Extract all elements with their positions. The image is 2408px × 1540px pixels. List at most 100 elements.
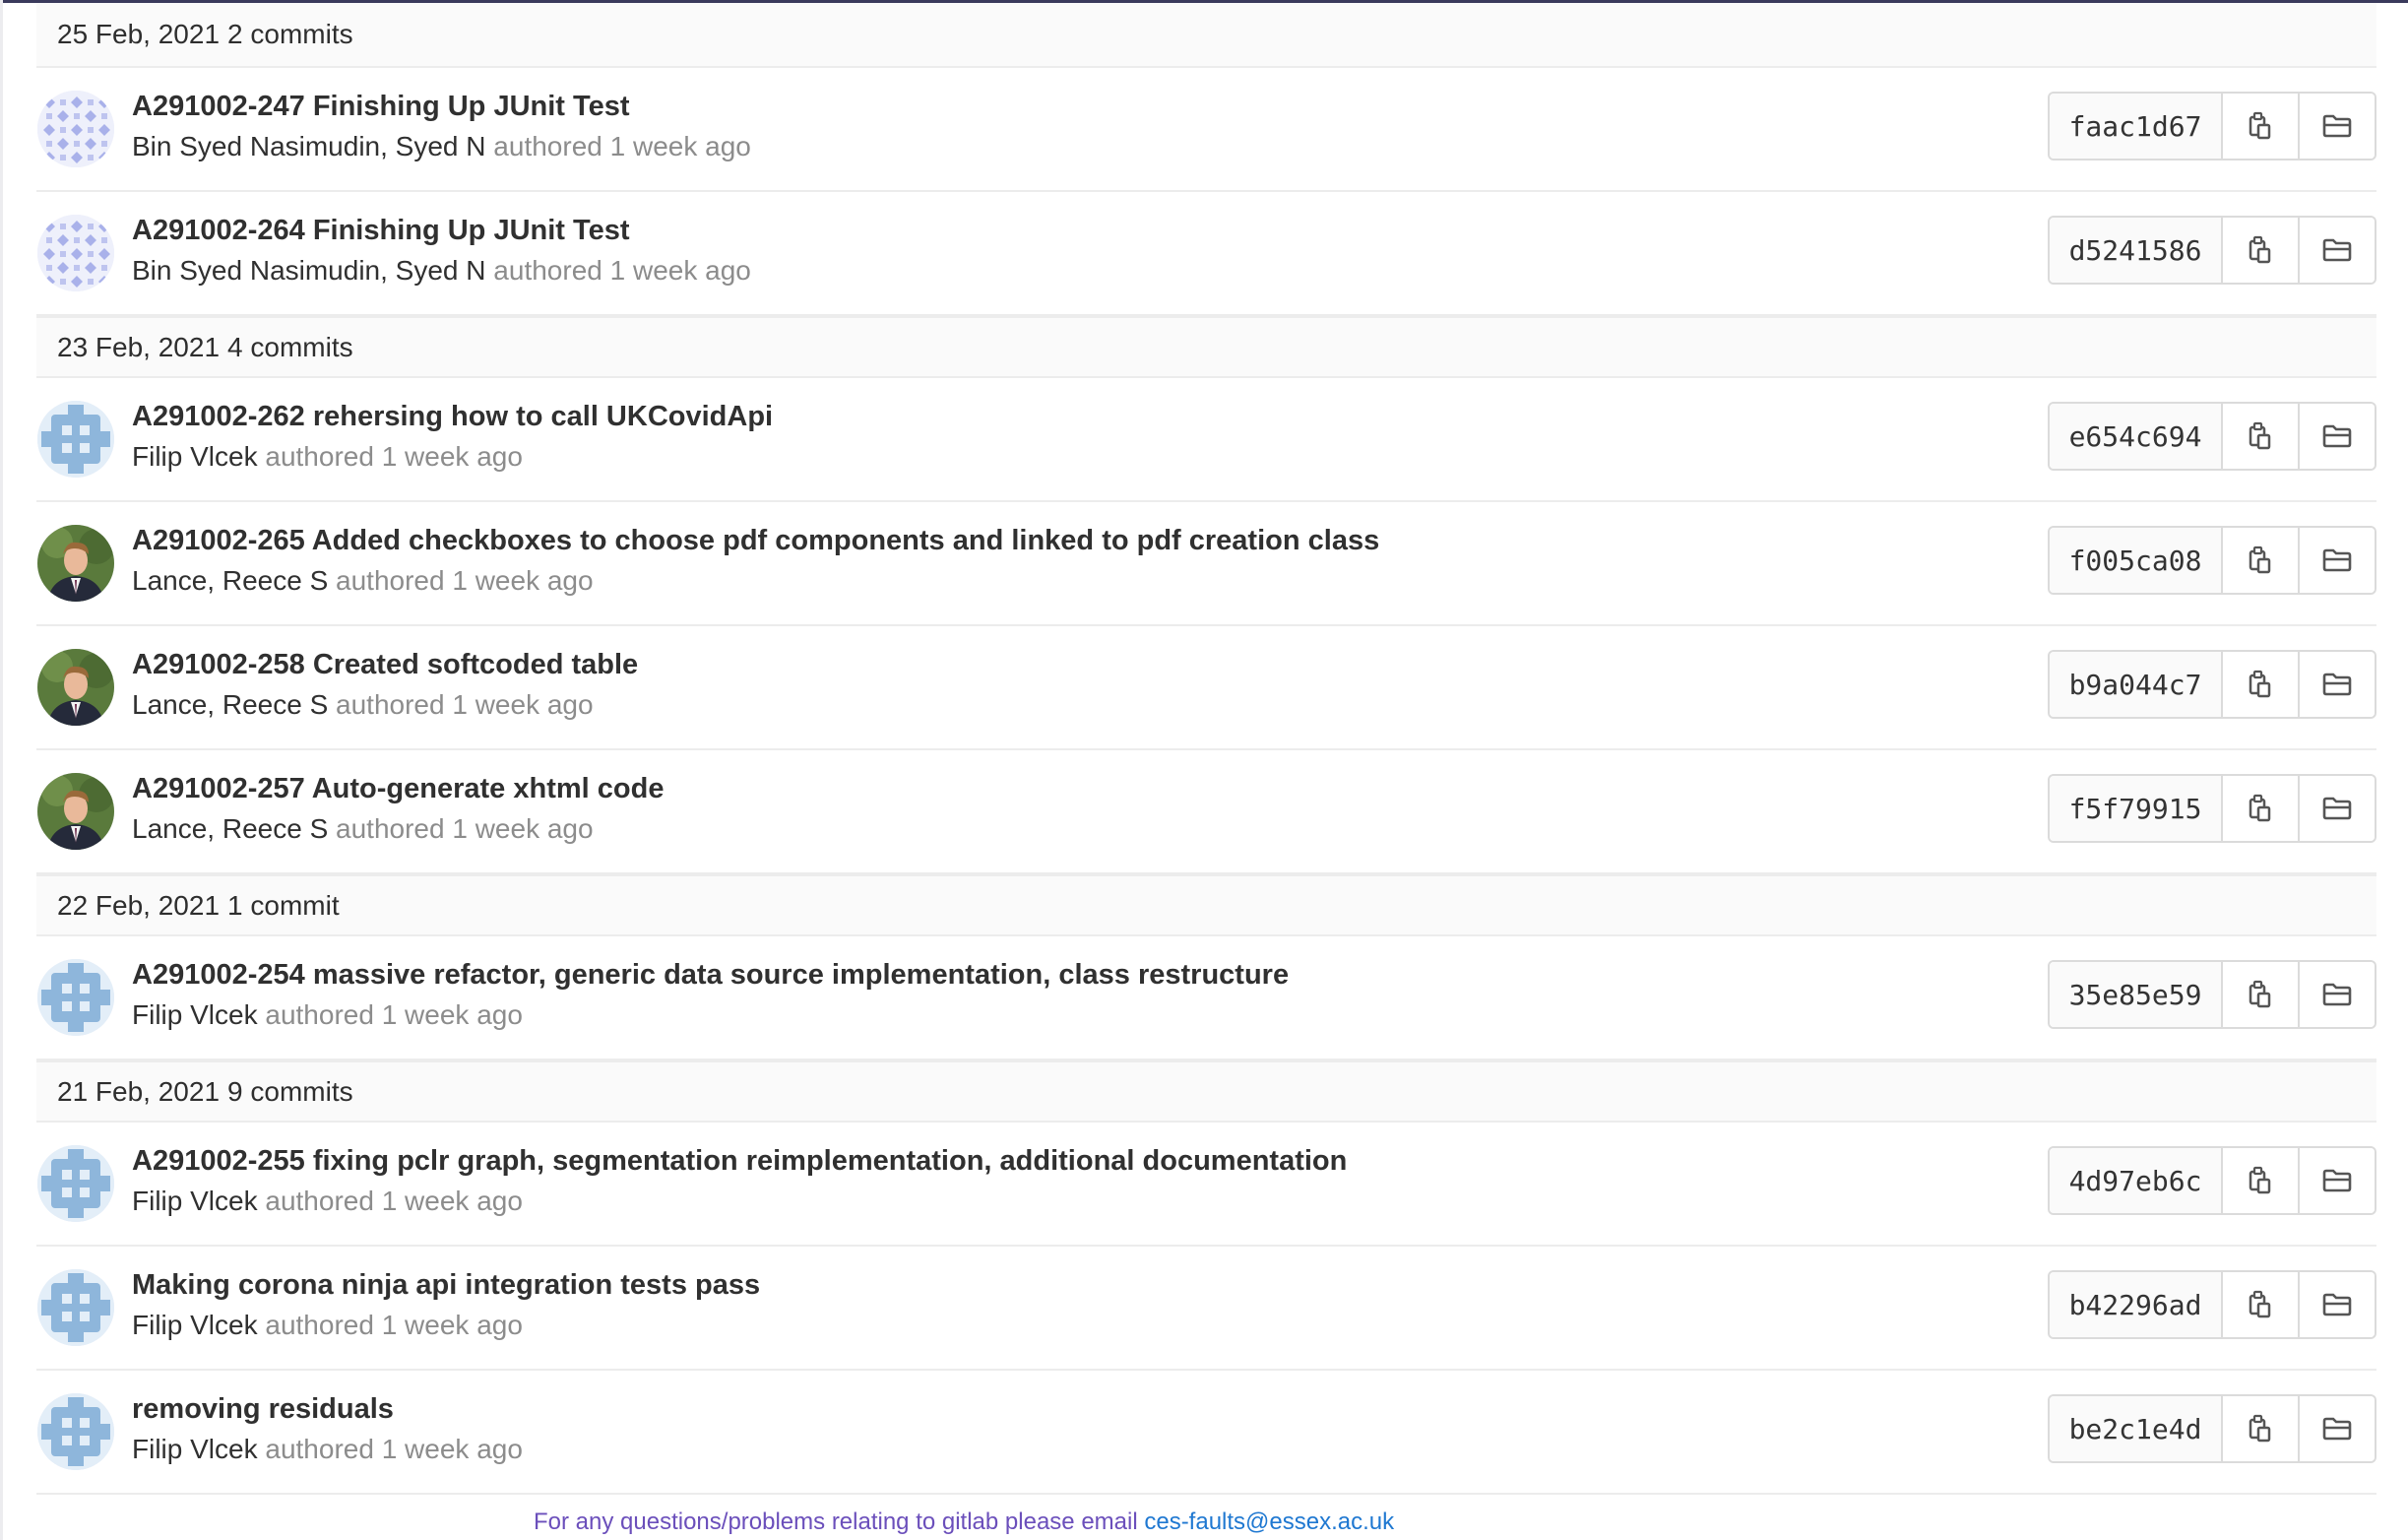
copy-sha-button[interactable] [2223, 404, 2298, 469]
commit-author-link[interactable]: Filip Vlcek [132, 1186, 258, 1216]
commit-sha-link[interactable]: faac1d67 [2050, 94, 2223, 159]
commit-sha-link[interactable]: 35e85e59 [2050, 962, 2223, 1027]
commit-sha-link[interactable]: e654c694 [2050, 404, 2223, 469]
commit-meta: Filip Vlcek authored 1 week ago [132, 1310, 523, 1341]
commit-author-link[interactable]: Filip Vlcek [132, 1434, 258, 1464]
day-header: 22 Feb, 2021 1 commit [36, 874, 2376, 936]
commit-title-link[interactable]: A291002-265 Added checkboxes to choose p… [132, 525, 1379, 557]
commit-time: 1 week ago [381, 1434, 523, 1464]
copy-sha-button[interactable] [2223, 528, 2298, 593]
day-commit-count: 1 commit [227, 889, 340, 921]
commit-meta: Filip Vlcek authored 1 week ago [132, 441, 523, 473]
author-avatar[interactable] [37, 773, 114, 850]
commit-author-link[interactable]: Bin Syed Nasimudin, Syed N [132, 131, 486, 161]
browse-files-button[interactable] [2298, 1272, 2375, 1337]
browse-files-button[interactable] [2298, 528, 2375, 593]
commit-author-link[interactable]: Lance, Reece S [132, 565, 328, 596]
clipboard-icon [2247, 1166, 2274, 1195]
day-date: 21 Feb, 2021 [57, 1075, 221, 1107]
browse-files-button[interactable] [2298, 776, 2375, 841]
day-header: 21 Feb, 2021 9 commits [36, 1060, 2376, 1123]
copy-sha-button[interactable] [2223, 776, 2298, 841]
commit-title-link[interactable]: A291002-254 massive refactor, generic da… [132, 959, 1289, 992]
commit-sha-link[interactable]: 4d97eb6c [2050, 1148, 2223, 1213]
day-commit-count: 9 commits [227, 1075, 353, 1107]
author-avatar[interactable] [37, 1269, 114, 1346]
folder-open-icon [2321, 547, 2353, 573]
clipboard-icon [2247, 111, 2274, 141]
copy-sha-button[interactable] [2223, 1396, 2298, 1461]
folder-open-icon [2321, 113, 2353, 139]
browse-files-button[interactable] [2298, 652, 2375, 717]
commit-row: A291002-262 rehersing how to call UKCovi… [36, 378, 2376, 502]
commit-sha-link[interactable]: d5241586 [2050, 218, 2223, 283]
copy-sha-button[interactable] [2223, 94, 2298, 159]
commit-time: 1 week ago [381, 441, 523, 472]
folder-open-icon [2321, 982, 2353, 1007]
commit-actions: f005ca08 [2048, 526, 2376, 595]
commit-row: A291002-255 fixing pclr graph, segmentat… [36, 1123, 2376, 1247]
browse-files-button[interactable] [2298, 1396, 2375, 1461]
commit-meta: Lance, Reece S authored 1 week ago [132, 689, 594, 721]
author-avatar[interactable] [37, 401, 114, 478]
commit-author-link[interactable]: Filip Vlcek [132, 999, 258, 1030]
folder-open-icon [2321, 423, 2353, 449]
commit-sha-link[interactable]: be2c1e4d [2050, 1396, 2223, 1461]
commit-sha-link[interactable]: f5f79915 [2050, 776, 2223, 841]
commit-authored-label: authored [493, 255, 602, 286]
clipboard-icon [2247, 794, 2274, 823]
commit-authored-label: authored [336, 813, 445, 844]
commit-title-link[interactable]: removing residuals [132, 1393, 394, 1426]
browse-files-button[interactable] [2298, 962, 2375, 1027]
commit-actions: be2c1e4d [2048, 1394, 2376, 1463]
footer-note: For any questions/problems relating to g… [534, 1508, 1394, 1536]
author-avatar[interactable] [37, 1393, 114, 1470]
commit-title-link[interactable]: Making corona ninja api integration test… [132, 1269, 760, 1302]
browse-files-button[interactable] [2298, 94, 2375, 159]
commit-row: A291002-254 massive refactor, generic da… [36, 936, 2376, 1060]
copy-sha-button[interactable] [2223, 652, 2298, 717]
author-avatar[interactable] [37, 525, 114, 602]
folder-open-icon [2321, 1292, 2353, 1317]
commit-time: 1 week ago [452, 565, 594, 596]
copy-sha-button[interactable] [2223, 1272, 2298, 1337]
day-date: 23 Feb, 2021 [57, 331, 221, 362]
author-avatar[interactable] [37, 1145, 114, 1222]
commit-author-link[interactable]: Lance, Reece S [132, 689, 328, 720]
commit-row: Making corona ninja api integration test… [36, 1247, 2376, 1371]
author-avatar[interactable] [37, 91, 114, 167]
commit-sha-link[interactable]: b9a044c7 [2050, 652, 2223, 717]
commit-authored-label: authored [265, 441, 374, 472]
author-avatar[interactable] [37, 649, 114, 726]
commit-authored-label: authored [493, 131, 602, 161]
copy-sha-button[interactable] [2223, 1148, 2298, 1213]
copy-sha-button[interactable] [2223, 218, 2298, 283]
browse-files-button[interactable] [2298, 404, 2375, 469]
commit-row: A291002-264 Finishing Up JUnit Test Bin S… [36, 192, 2376, 316]
commit-time: 1 week ago [381, 1186, 523, 1216]
commit-title-link[interactable]: A291002-247 Finishing Up JUnit Test [132, 91, 630, 123]
commit-authored-label: authored [265, 1310, 374, 1340]
commit-row: A291002-247 Finishing Up JUnit Test Bin S… [36, 68, 2376, 192]
commit-title-link[interactable]: A291002-262 rehersing how to call UKCovi… [132, 401, 773, 433]
commit-sha-link[interactable]: f005ca08 [2050, 528, 2223, 593]
commit-time: 1 week ago [381, 1310, 523, 1340]
commit-title-link[interactable]: A291002-257 Auto-generate xhtml code [132, 773, 664, 805]
copy-sha-button[interactable] [2223, 962, 2298, 1027]
commit-author-link[interactable]: Bin Syed Nasimudin, Syed N [132, 255, 486, 286]
commit-authored-label: authored [336, 565, 445, 596]
footer-email-link[interactable]: ces-faults@essex.ac.uk [1144, 1508, 1394, 1535]
commit-title-link[interactable]: A291002-255 fixing pclr graph, segmentat… [132, 1145, 1347, 1178]
browse-files-button[interactable] [2298, 1148, 2375, 1213]
commit-sha-link[interactable]: b42296ad [2050, 1272, 2223, 1337]
browse-files-button[interactable] [2298, 218, 2375, 283]
commit-title-link[interactable]: A291002-264 Finishing Up JUnit Test [132, 215, 630, 247]
commit-author-link[interactable]: Lance, Reece S [132, 813, 328, 844]
commit-author-link[interactable]: Filip Vlcek [132, 441, 258, 472]
commit-title-link[interactable]: A291002-258 Created softcoded table [132, 649, 638, 681]
commit-meta: Bin Syed Nasimudin, Syed N authored 1 we… [132, 255, 751, 287]
author-avatar[interactable] [37, 215, 114, 291]
author-avatar[interactable] [37, 959, 114, 1036]
commit-author-link[interactable]: Filip Vlcek [132, 1310, 258, 1340]
commit-actions: e654c694 [2048, 402, 2376, 471]
